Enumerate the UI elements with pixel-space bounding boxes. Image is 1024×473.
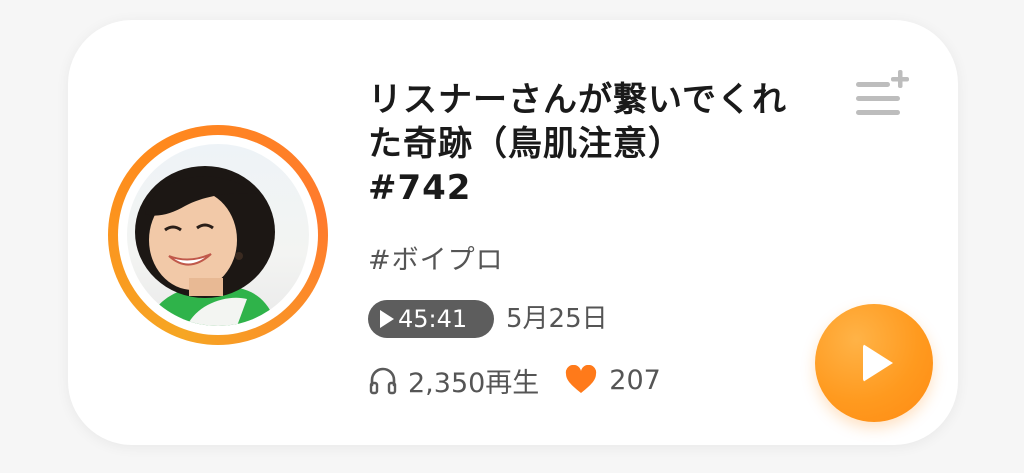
episode-stats: 2,350再生 207 xyxy=(368,360,661,400)
headphones-icon xyxy=(369,367,397,395)
play-count: 2,350再生 xyxy=(408,367,540,399)
heart-icon[interactable] xyxy=(565,365,597,395)
like-count: 207 xyxy=(609,364,661,396)
avatar[interactable] xyxy=(108,125,328,345)
add-to-playlist-button[interactable] xyxy=(854,70,914,120)
playlist-add-icon xyxy=(856,70,909,115)
duration-badge: 45:41 xyxy=(368,300,494,338)
episode-title[interactable]: リスナーさんが繋いでくれ た奇跡（鳥肌注意） #742 xyxy=(368,78,808,210)
avatar-photo xyxy=(127,144,309,326)
person-illustration xyxy=(135,166,277,326)
channel-tag[interactable]: #ボイプロ xyxy=(368,238,504,277)
avatar-frame xyxy=(118,135,318,335)
duration-text: 45:41 xyxy=(398,305,468,333)
play-button[interactable] xyxy=(815,304,933,422)
publish-date: 5月25日 xyxy=(506,304,608,334)
small-play-icon xyxy=(380,310,394,328)
play-icon xyxy=(863,344,893,382)
